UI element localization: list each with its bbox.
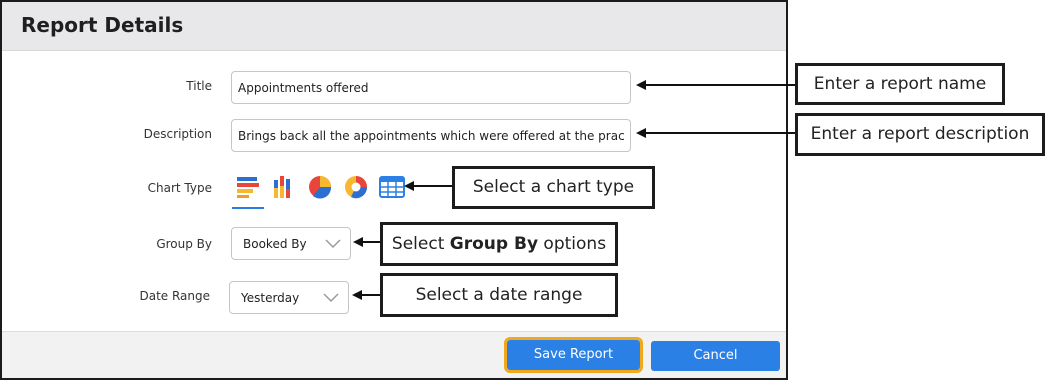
arrow-to-title-icon bbox=[636, 80, 796, 90]
arrow-to-chart-type-icon bbox=[404, 181, 454, 191]
dialog-header: Report Details bbox=[2, 2, 786, 51]
callout-group-by: Select Group By options bbox=[380, 222, 618, 266]
bar-chart-icon[interactable] bbox=[232, 174, 264, 209]
group-by-select[interactable]: Booked By bbox=[231, 227, 351, 260]
dialog-title: Report Details bbox=[21, 13, 184, 37]
cancel-button[interactable]: Cancel bbox=[651, 341, 780, 371]
donut-chart-icon[interactable] bbox=[343, 174, 369, 200]
report-details-dialog: Report Details Title Appointments offere… bbox=[0, 0, 788, 380]
date-range-label: Date Range bbox=[139, 289, 210, 303]
callout-group-by-suffix: options bbox=[538, 234, 607, 254]
group-by-value: Booked By bbox=[243, 237, 307, 251]
callout-chart-type: Select a chart type bbox=[452, 166, 655, 209]
arrow-to-date-range-icon bbox=[352, 290, 382, 300]
callout-date-range: Select a date range bbox=[380, 273, 618, 317]
callout-group-by-prefix: Select bbox=[391, 234, 450, 254]
stacked-column-icon[interactable] bbox=[271, 174, 297, 200]
table-grid-icon[interactable] bbox=[379, 174, 405, 200]
description-label: Description bbox=[143, 127, 212, 141]
date-range-value: Yesterday bbox=[241, 291, 300, 305]
title-input[interactable]: Appointments offered bbox=[231, 71, 631, 104]
arrow-to-description-icon bbox=[636, 128, 796, 138]
chevron-down-icon bbox=[325, 239, 341, 249]
callout-report-name: Enter a report name bbox=[795, 63, 1005, 105]
save-report-button[interactable]: Save Report bbox=[504, 337, 643, 373]
chart-type-label: Chart Type bbox=[147, 181, 212, 195]
callout-group-by-bold: Group By bbox=[449, 234, 539, 254]
title-label: Title bbox=[186, 79, 212, 93]
arrow-to-group-by-icon bbox=[353, 237, 383, 247]
description-input[interactable]: Brings back all the appointments which w… bbox=[231, 119, 631, 152]
callout-report-description: Enter a report description bbox=[795, 113, 1045, 156]
chevron-down-icon bbox=[323, 293, 339, 303]
date-range-select[interactable]: Yesterday bbox=[229, 281, 349, 314]
group-by-label: Group By bbox=[156, 237, 212, 251]
pie-chart-icon[interactable] bbox=[307, 174, 333, 200]
